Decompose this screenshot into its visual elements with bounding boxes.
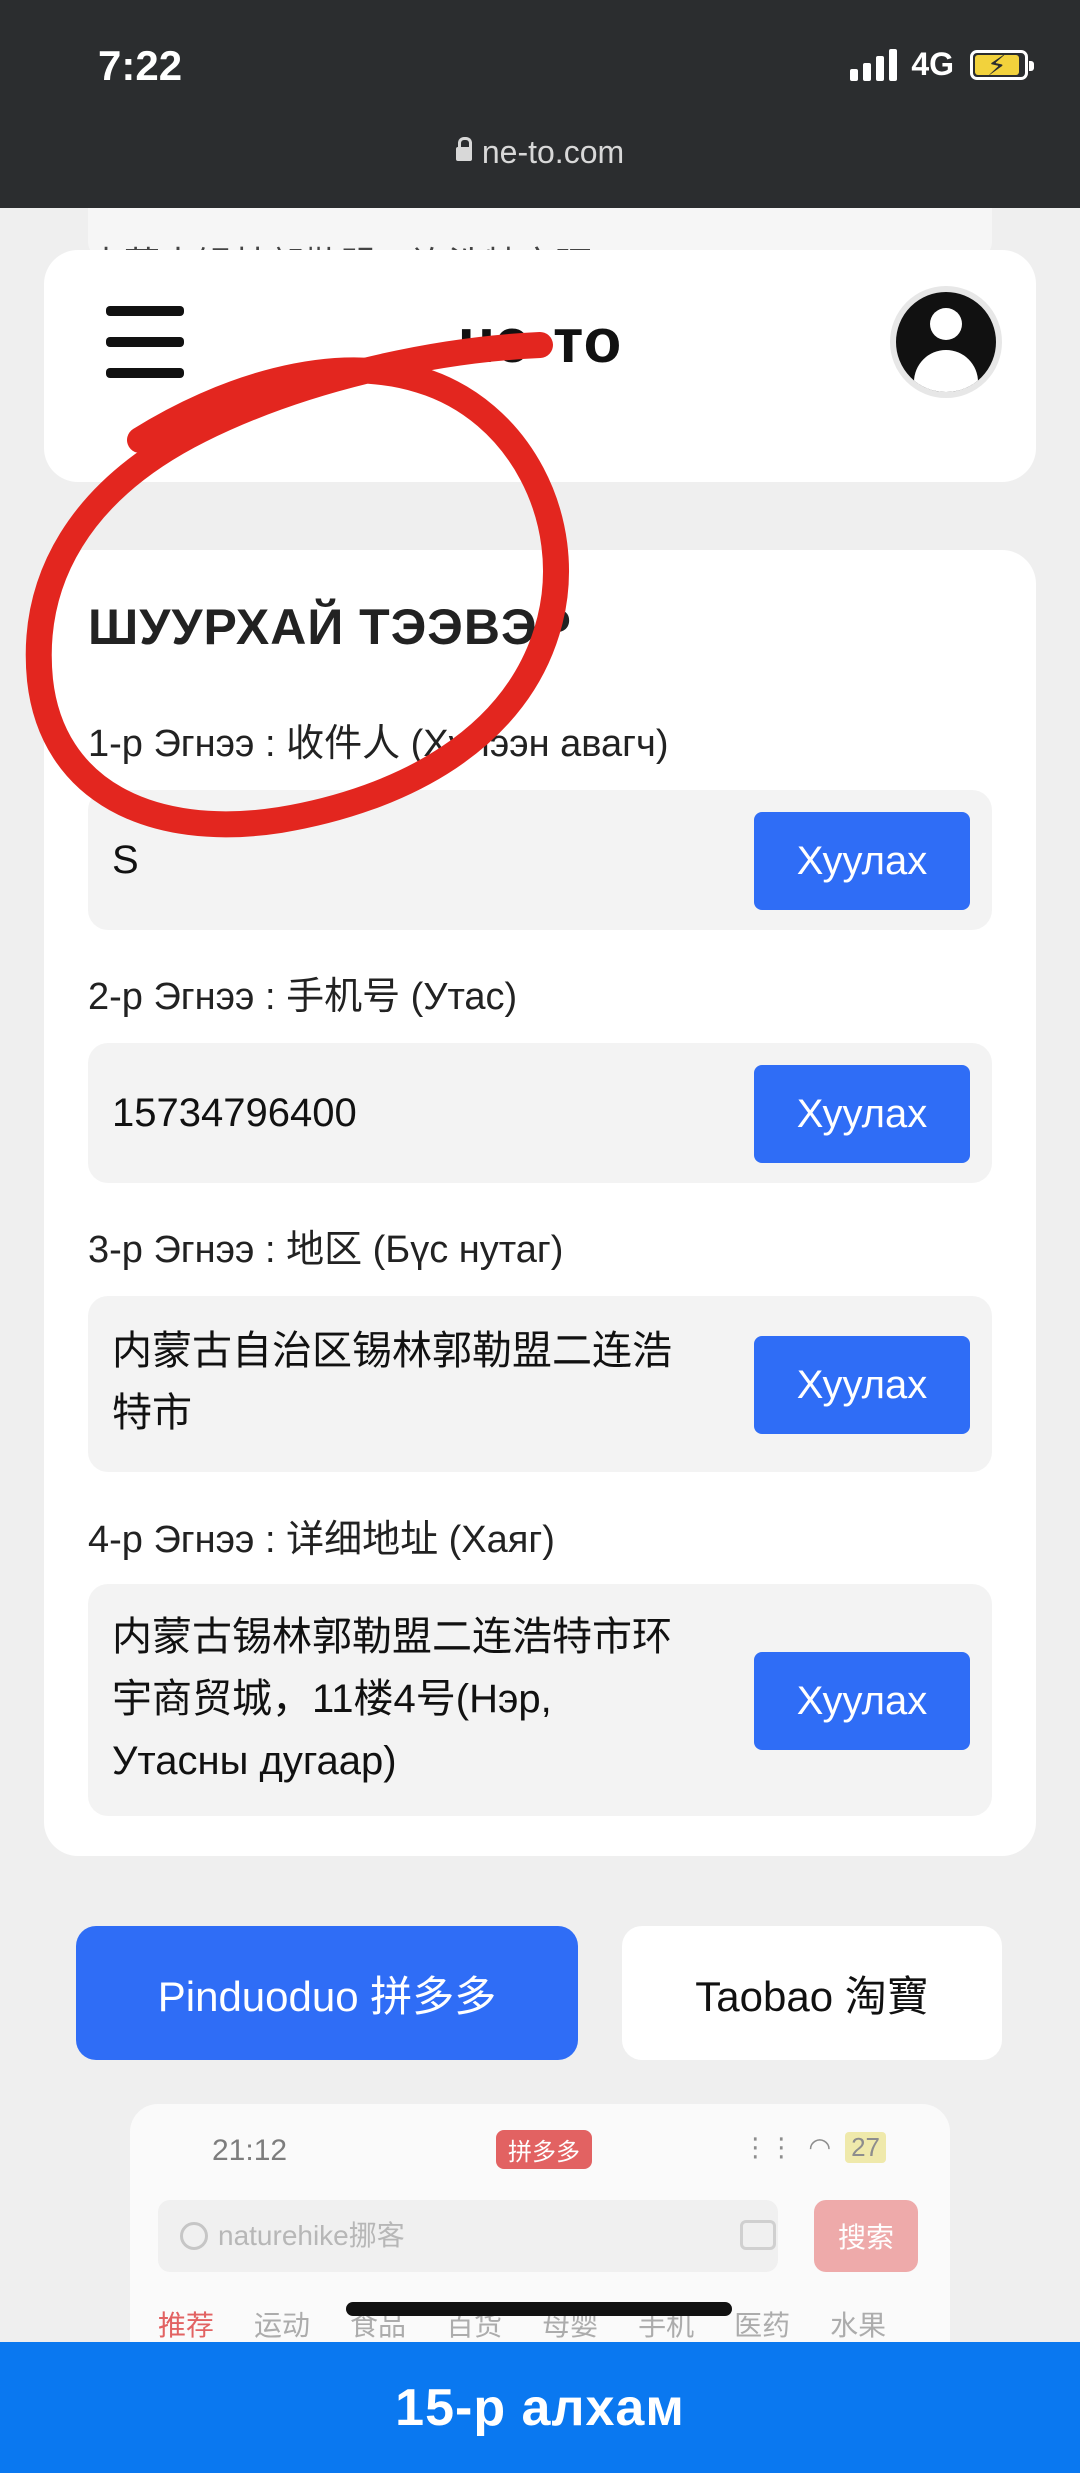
battery-icon: ⚡	[970, 49, 1034, 81]
user-avatar-icon[interactable]	[890, 286, 1002, 398]
preview-tab: 医药	[734, 2310, 791, 2341]
field-region: 内蒙古自治区锡林郭勒盟二连浩 特市 Хуулах	[88, 1296, 992, 1472]
status-time: 7:22	[98, 42, 183, 89]
preview-wifi-icon: ◠	[808, 2132, 832, 2162]
section-title: ШУУРХАЙ ТЭЭВЭР	[88, 599, 572, 655]
step-banner: 15-р алхам	[0, 2342, 1080, 2473]
status-bar: 7:22 4G ⚡ ne-to.com	[0, 0, 1080, 208]
field-value-region: 内蒙古自治区锡林郭勒盟二连浩 特市	[112, 1329, 672, 1435]
copy-button-address[interactable]: Хуулах	[754, 1652, 970, 1750]
network-label: 4G	[911, 46, 954, 82]
field-label-address: 4-р Эгнээ : 详细地址 (Хаяг)	[88, 1519, 555, 1561]
preview-tab: 水果	[830, 2310, 887, 2341]
preview-time: 21:12	[212, 2134, 288, 2167]
field-value-phone: 15734796400	[112, 1091, 357, 1135]
preview-camera-icon	[740, 2220, 776, 2250]
field-label-phone: 2-р Эгнээ : 手机号 (Утас)	[88, 976, 518, 1018]
field-value-recipient: S	[112, 838, 139, 882]
lock-icon	[455, 137, 472, 161]
field-label-region: 3-р Эгнээ : 地区 (Бүс нутаг)	[88, 1229, 564, 1271]
field-value-address: 内蒙古锡林郭勒盟二连浩特市环 宇商贸城，11楼4号(Нэр, Утасны ду…	[112, 1615, 672, 1783]
url-text: ne-to.com	[481, 134, 625, 170]
taobao-button[interactable]: Taobao 淘寶	[622, 1926, 1002, 2060]
url-bar[interactable]: ne-to.com	[0, 134, 1080, 171]
copy-button-recipient[interactable]: Хуулах	[754, 812, 970, 910]
preview-battery: 27	[845, 2132, 886, 2163]
field-recipient: S Хуулах	[88, 790, 992, 930]
preview-tab: 运动	[254, 2310, 311, 2341]
preview-signal-icon: ⋮⋮	[742, 2132, 795, 2162]
pinduoduo-button[interactable]: Pinduoduo 拼多多	[76, 1926, 578, 2060]
preview-search-input: naturehike挪客	[158, 2200, 778, 2272]
preview-tab: 推荐	[158, 2310, 215, 2341]
field-address: 内蒙古锡林郭勒盟二连浩特市环 宇商贸城，11楼4号(Нэр, Утасны ду…	[88, 1584, 992, 1816]
status-indicators: 4G ⚡	[850, 46, 1034, 83]
field-label-recipient: 1-р Эгнээ : 收件人 (Хүлээн авагч)	[88, 723, 669, 765]
field-phone: 15734796400 Хуулах	[88, 1043, 992, 1183]
preview-badge: 拼多多	[496, 2130, 592, 2169]
signal-icon	[850, 48, 898, 81]
preview-status: ⋮⋮ ◠ 27	[742, 2132, 886, 2163]
copy-button-phone[interactable]: Хуулах	[754, 1065, 970, 1163]
copy-button-region[interactable]: Хуулах	[754, 1336, 970, 1434]
home-indicator	[346, 2302, 732, 2316]
preview-search-button: 搜索	[814, 2200, 918, 2272]
